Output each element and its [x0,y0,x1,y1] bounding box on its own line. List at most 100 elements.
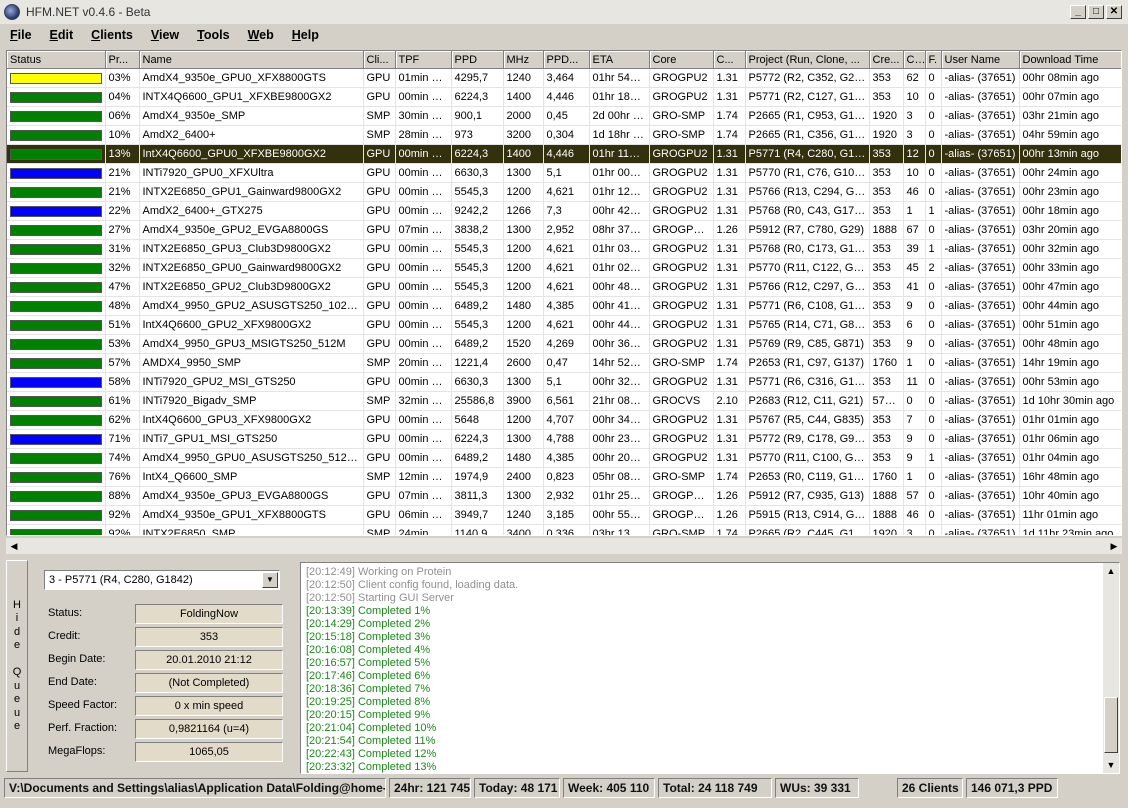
column-header[interactable]: Pr... [105,51,140,69]
status-indicator [10,433,102,445]
menu-tools[interactable]: Tools [187,28,237,42]
table-cell: 1.26 [713,505,746,525]
status-cell [7,372,106,392]
client-row[interactable]: 51% IntX4Q6600_GPU2_XFX9800GX2 GPU 00min 55… [7,315,1121,335]
table-cell: 21% [105,163,140,183]
table-cell: 2 [925,258,942,278]
status-indicator [10,129,102,141]
client-row[interactable]: 61% INTi7920_Bigadv_SMP SMP 32min 32se 25586… [7,391,1121,411]
column-header[interactable]: PPD... [543,51,590,69]
detail-row: Begin Date: 20.01.2010 21:12 [48,650,288,670]
scroll-down-icon[interactable]: ▼ [1103,757,1119,773]
status-cell [7,144,106,164]
client-row[interactable]: 71% INTi7_GPU1_MSI_GTS250 GPU 00min 49se 622… [7,429,1121,449]
menu-view[interactable]: View [141,28,187,42]
client-row[interactable]: 06% AmdX4_9350e_SMP SMP 30min 43se 900,1 2000… [7,106,1121,126]
table-cell: GROGPU2 [649,334,714,354]
column-header[interactable]: TPF [395,51,452,69]
column-header[interactable]: MHz [503,51,544,69]
table-cell: AmdX4_9350e_GPU2_EVGA8800GS [139,220,364,240]
client-row[interactable]: 58% INTi7920_GPU2_MSI_GTS250 GPU 00min 46se… [7,372,1121,392]
client-row[interactable]: 27% AmdX4_9350e_GPU2_EVGA8800GS GPU 07min 0… [7,220,1121,240]
client-row[interactable]: 92% AmdX4_9350e_GPU1_XFX8800GTS GPU 06min 5… [7,505,1121,525]
client-row[interactable]: 48% AmdX4_9950_GPU2_ASUSGTS250_1024... GPU… [7,296,1121,316]
status-cell [7,448,106,468]
column-header[interactable]: Download Time [1019,51,1121,69]
table-cell: 1.74 [713,467,746,487]
menu-file[interactable]: File [0,28,40,42]
client-row[interactable]: 62% IntX4Q6600_GPU3_XFX9800GX2 GPU 00min 54… [7,410,1121,430]
table-cell: 2,932 [543,486,590,506]
status-indicator [10,452,102,464]
horizontal-scrollbar[interactable]: ◀ ▶ [6,538,1122,554]
client-row[interactable]: 04% INTX4Q6600_GPU1_XFXBE9800GX2 GPU 00min … [7,87,1121,107]
queue-selector[interactable]: 3 - P5771 (R4, C280, G1842) ▼ [44,570,280,590]
column-header[interactable]: F. [925,51,942,69]
table-cell: SMP [363,391,396,411]
table-cell: GPU [363,144,396,164]
client-row[interactable]: 22% AmdX2_6400+_GTX275 GPU 00min 33se 9242,2… [7,201,1121,221]
status-indicator [10,243,102,255]
close-button[interactable]: ✕ [1106,5,1122,19]
table-cell: 1400 [503,144,544,164]
client-row[interactable]: 47% INTX2E6850_GPU2_Club3D9800GX2 GPU 00min… [7,277,1121,297]
status-indicator [10,509,102,521]
minimize-button[interactable]: _ [1070,5,1086,19]
column-header[interactable]: C... [713,51,746,69]
table-cell: 10hr 40min ago [1019,486,1121,506]
column-header[interactable]: Cre... [869,51,904,69]
table-cell: 6489,2 [451,296,504,316]
client-row[interactable]: 10% AmdX2_6400+ SMP 28min 25se 973 3200 0,304 1… [7,125,1121,145]
scroll-thumb[interactable] [1104,697,1118,753]
column-header[interactable]: Project (Run, Clone, ... [745,51,870,69]
column-header[interactable]: Status [7,51,106,69]
maximize-button[interactable]: □ [1088,5,1104,19]
client-row[interactable]: 92% INTX2E6850_SMP SMP 24min 14se 1140,9 3400… [7,524,1121,535]
scroll-right-icon[interactable]: ▶ [1106,538,1122,554]
client-row[interactable]: 74% AmdX4_9950_GPU0_ASUSGTS250_512MB GPU 00… [7,448,1121,468]
client-row[interactable]: 57% AMDX4_9950_SMP SMP 20min 45se 1221,4 2600… [7,353,1121,373]
column-header[interactable]: Name [139,51,364,69]
client-row[interactable]: 21% INTX2E6850_GPU1_Gainward9800GX2 GPU 00m… [7,182,1121,202]
table-cell: GPU [363,163,396,183]
table-cell: SMP [363,467,396,487]
log-vertical-scrollbar[interactable]: ▲ ▼ [1103,563,1119,773]
table-cell: 1d 10hr 30min ago [1019,391,1121,411]
table-cell: AmdX4_9950_GPU0_ASUSGTS250_512MB [139,448,364,468]
column-header[interactable]: C... [903,51,926,69]
client-row[interactable]: 76% IntX4_Q6600_SMP SMP 12min 50se 1974,9 240… [7,467,1121,487]
table-cell: AmdX2_6400+_GTX275 [139,201,364,221]
client-row[interactable]: 53% AmdX4_9950_GPU3_MSIGTS250_512M GPU 00mi… [7,334,1121,354]
table-cell: 1221,4 [451,353,504,373]
table-cell: -alias- (37651) [941,163,1020,183]
menu-edit[interactable]: Edit [40,28,82,42]
status-indicator [10,300,102,312]
table-cell: P5912 (R7, C935, G13) [745,486,870,506]
scroll-left-icon[interactable]: ◀ [6,538,22,554]
menu-web[interactable]: Web [238,28,282,42]
table-cell: 4,788 [543,429,590,449]
hide-queue-tab[interactable]: Hide Queue [6,560,28,772]
client-row[interactable]: 21% INTi7920_GPU0_XFXUltra GPU 00min 46se 66… [7,163,1121,183]
table-cell: 1 [925,201,942,221]
menu-help[interactable]: Help [282,28,327,42]
column-header[interactable]: ETA [589,51,650,69]
column-header[interactable]: Cli... [363,51,396,69]
table-cell: 353 [869,68,904,88]
client-row[interactable]: 03% AmdX4_9350e_GPU0_XFX8800GTS GPU 01min 1… [7,68,1121,88]
column-header[interactable]: Core [649,51,714,69]
column-header[interactable]: User Name [941,51,1020,69]
status-indicator [10,528,102,535]
client-row[interactable]: 13% IntX4Q6600_GPU0_XFXBE9800GX2 GPU 00min … [7,144,1121,164]
menu-clients[interactable]: Clients [81,28,141,42]
dropdown-arrow-icon[interactable]: ▼ [262,572,278,588]
status-indicator [10,167,102,179]
column-header[interactable]: PPD [451,51,504,69]
client-row[interactable]: 31% INTX2E6850_GPU3_Club3D9800GX2 GPU 00min… [7,239,1121,259]
scroll-up-icon[interactable]: ▲ [1103,563,1119,579]
table-cell: 01hr 54min [589,68,650,88]
client-row[interactable]: 88% AmdX4_9350e_GPU3_EVGA8800GS GPU 07min 0… [7,486,1121,506]
table-cell: GRO-SMP [649,467,714,487]
table-cell: 2.10 [713,391,746,411]
client-row[interactable]: 32% INTX2E6850_GPU0_Gainward9800GX2 GPU 00m… [7,258,1121,278]
